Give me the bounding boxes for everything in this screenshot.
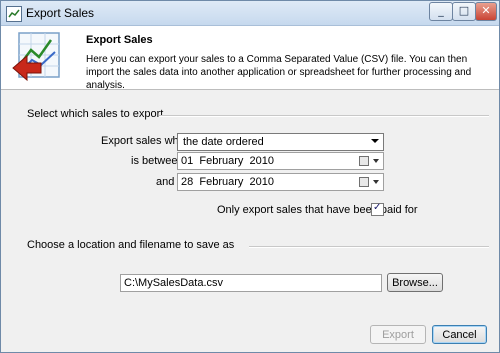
location-heading: Choose a location and filename to save a…: [27, 239, 235, 251]
section-divider: [159, 115, 489, 117]
paid-only-checkbox[interactable]: ✓: [371, 202, 384, 216]
maximize-button[interactable]: □: [452, 2, 476, 21]
chevron-down-icon[interactable]: [373, 159, 379, 163]
paid-only-label: Only export sales that have been paid fo…: [217, 204, 418, 216]
chevron-down-icon[interactable]: [373, 180, 379, 184]
to-date-value: 28 February 2010: [181, 176, 275, 188]
from-date-value: 01 February 2010: [181, 155, 275, 167]
to-date-picker[interactable]: 28 February 2010: [177, 173, 384, 191]
export-where-value: the date ordered: [183, 136, 264, 148]
filename-input[interactable]: [121, 275, 381, 291]
check-icon: ✓: [373, 202, 382, 213]
export-button[interactable]: Export: [370, 325, 426, 344]
select-sales-heading: Select which sales to export: [27, 108, 164, 120]
cancel-button[interactable]: Cancel: [432, 325, 487, 344]
close-button[interactable]: ✕: [475, 2, 497, 21]
filename-input-box[interactable]: [120, 274, 382, 292]
calendar-icon[interactable]: [359, 177, 369, 187]
spreadsheet-icon: [6, 6, 22, 22]
header-description: Here you can export your sales to a Comm…: [86, 54, 472, 91]
chevron-down-icon[interactable]: [371, 139, 379, 143]
export-chart-arrow-icon: [11, 30, 65, 85]
section-divider: [249, 246, 489, 248]
export-sales-dialog: Export Sales _ □ ✕ Export Sales Here you…: [0, 0, 500, 353]
and-label: and: [156, 176, 175, 188]
from-date-picker[interactable]: 01 February 2010: [177, 152, 384, 170]
minimize-button[interactable]: _: [429, 2, 453, 21]
between-label: is between: [131, 155, 184, 167]
calendar-icon[interactable]: [359, 156, 369, 166]
title-bar[interactable]: Export Sales _ □ ✕: [1, 1, 499, 26]
header-panel: Export Sales Here you can export your sa…: [1, 26, 499, 91]
export-where-select[interactable]: the date ordered: [177, 133, 384, 151]
browse-button[interactable]: Browse...: [387, 273, 443, 292]
header-title: Export Sales: [86, 34, 153, 46]
window-title: Export Sales: [26, 6, 95, 20]
